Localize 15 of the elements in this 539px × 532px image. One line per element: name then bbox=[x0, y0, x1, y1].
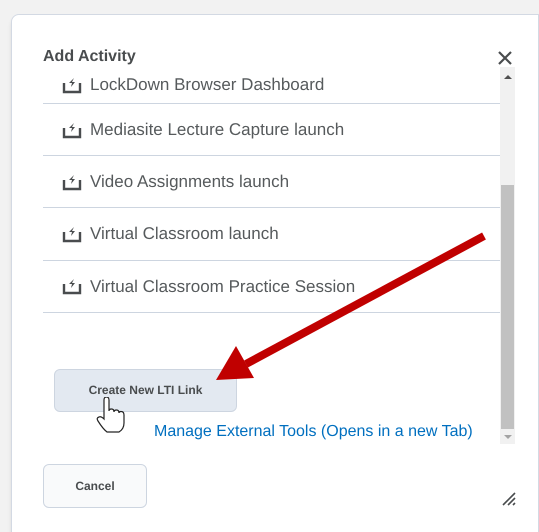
activity-item[interactable]: Virtual Classroom launch bbox=[43, 208, 500, 261]
activity-item[interactable]: Mediasite Lecture Capture launch bbox=[43, 104, 500, 156]
resize-handle-icon[interactable] bbox=[502, 492, 516, 506]
create-lti-link-button[interactable]: Create New LTI Link bbox=[54, 368, 237, 412]
close-icon[interactable] bbox=[496, 49, 514, 67]
dialog-title: Add Activity bbox=[43, 47, 136, 67]
hand-cursor-icon bbox=[96, 397, 126, 433]
activity-item[interactable]: Video Assignments launch bbox=[43, 156, 500, 208]
activity-item[interactable]: LockDown Browser Dashboard bbox=[43, 67, 500, 104]
launch-icon bbox=[62, 277, 82, 296]
manage-tools-link[interactable]: Manage External Tools (Opens in a new Tab) bbox=[154, 422, 473, 440]
scrollbar[interactable] bbox=[500, 67, 515, 444]
launch-icon bbox=[62, 225, 82, 244]
activity-item[interactable]: Virtual Classroom Practice Session bbox=[43, 260, 500, 313]
cancel-button[interactable]: Cancel bbox=[43, 464, 147, 508]
